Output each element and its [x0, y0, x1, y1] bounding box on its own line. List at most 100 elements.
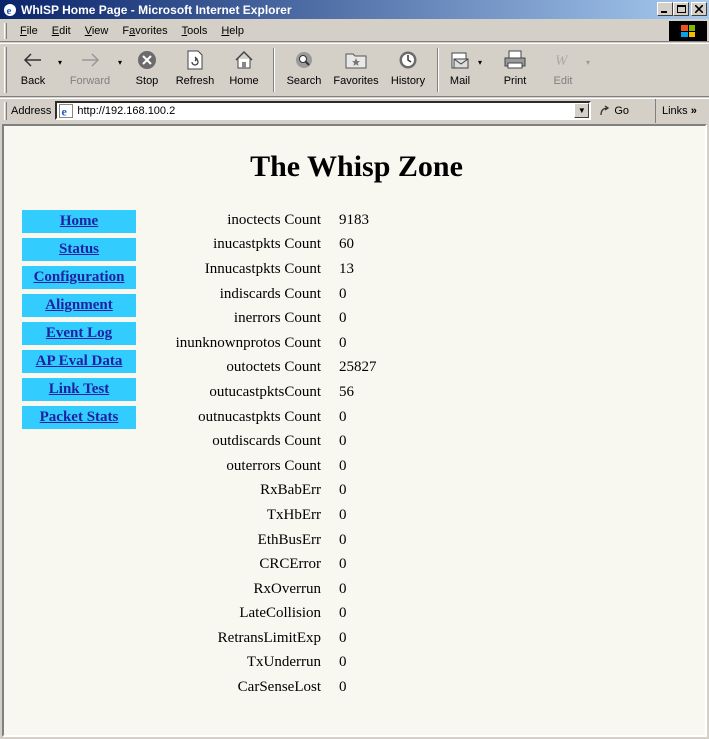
- stat-row: RxBabErr 0: [144, 479, 419, 504]
- stat-value: 60: [339, 236, 354, 253]
- stat-value: 0: [339, 334, 347, 351]
- stat-label: TxHbErr: [266, 506, 321, 523]
- stat-value: 0: [339, 457, 347, 474]
- address-grip[interactable]: [4, 101, 7, 120]
- printer-icon: [503, 48, 527, 72]
- menu-view[interactable]: View: [78, 25, 116, 37]
- nav-link-status[interactable]: Status: [22, 238, 136, 261]
- mail-button[interactable]: Mail: [445, 44, 475, 96]
- menu-favorites[interactable]: Favorites: [115, 25, 174, 37]
- maximize-button[interactable]: [673, 2, 689, 16]
- stat-label: outoctets Count: [226, 359, 321, 376]
- stat-row: Innucastpkts Count 13: [144, 257, 419, 282]
- close-button[interactable]: [691, 2, 707, 16]
- nav-link-configuration[interactable]: Configuration: [22, 266, 136, 289]
- nav-link-packet-stats[interactable]: Packet Stats: [22, 406, 136, 429]
- back-button[interactable]: Back: [11, 44, 55, 96]
- windows-logo-icon: [669, 21, 707, 41]
- search-button[interactable]: Search: [281, 44, 327, 96]
- stat-label: outnucastpkts Count: [198, 408, 321, 425]
- stat-row: TxHbErr 0: [144, 503, 419, 528]
- toolbar-separator: [437, 48, 439, 92]
- stat-row: outdiscards Count 0: [144, 429, 419, 454]
- nav-link-home[interactable]: Home: [22, 210, 136, 233]
- ie-page-icon: e: [59, 103, 74, 118]
- toolbar-grip[interactable]: [4, 47, 7, 93]
- menu-bar: File Edit View Favorites Tools Help: [0, 20, 709, 42]
- title-bar: e WhISP Home Page - Microsoft Internet E…: [0, 0, 709, 19]
- favorites-folder-icon: [344, 48, 368, 72]
- stat-row: EthBusErr 0: [144, 528, 419, 553]
- stat-label: Innucastpkts Count: [204, 260, 321, 277]
- nav-link-ap-eval-data[interactable]: AP Eval Data: [22, 350, 136, 373]
- favorites-button[interactable]: Favorites: [327, 44, 385, 96]
- stat-label: inoctects Count: [227, 211, 321, 228]
- edit-button[interactable]: W Edit: [543, 44, 583, 96]
- stat-row: outoctets Count 25827: [144, 356, 419, 381]
- forward-dropdown-icon[interactable]: ▾: [115, 58, 125, 67]
- address-input[interactable]: e http://192.168.100.2 ▼: [55, 101, 592, 120]
- stat-label: RetransLimitExp: [217, 629, 321, 646]
- stat-row: indiscards Count 0: [144, 282, 419, 307]
- menu-grip[interactable]: [4, 22, 7, 39]
- mail-dropdown-icon[interactable]: ▾: [475, 58, 485, 67]
- menu-file[interactable]: File: [13, 25, 45, 37]
- links-button[interactable]: Links»: [655, 99, 709, 123]
- stat-row: inucastpkts Count 60: [144, 233, 419, 258]
- stat-label: LateCollision: [239, 605, 321, 622]
- history-icon: [396, 48, 420, 72]
- menu-help[interactable]: Help: [214, 25, 251, 37]
- refresh-icon: [183, 48, 207, 72]
- address-bar: Address e http://192.168.100.2 ▼ Go Link…: [0, 98, 709, 123]
- edit-dropdown-icon[interactable]: ▾: [583, 58, 593, 67]
- toolbar-separator: [273, 48, 275, 92]
- stat-value: 0: [339, 482, 347, 499]
- print-button[interactable]: Print: [493, 44, 537, 96]
- menu-edit[interactable]: Edit: [45, 25, 78, 37]
- stat-label: RxOverrun: [253, 580, 322, 597]
- stop-button[interactable]: Stop: [125, 44, 169, 96]
- search-icon: [292, 48, 316, 72]
- stat-row: inoctects Count 9183: [144, 208, 419, 233]
- stat-value: 0: [339, 433, 347, 450]
- toolbar: Back ▾ Forward ▾ Stop Refresh Home Searc…: [0, 43, 709, 97]
- stat-value: 9183: [339, 211, 369, 228]
- stat-label: TxUnderrun: [246, 654, 321, 671]
- back-dropdown-icon[interactable]: ▾: [55, 58, 65, 67]
- back-arrow-icon: [21, 48, 45, 72]
- forward-arrow-icon: [78, 48, 102, 72]
- minimize-button[interactable]: [657, 2, 673, 16]
- edit-document-icon: W: [551, 48, 575, 72]
- stat-value: 0: [339, 605, 347, 622]
- go-button[interactable]: Go: [599, 105, 629, 117]
- home-button[interactable]: Home: [221, 44, 267, 96]
- refresh-button[interactable]: Refresh: [169, 44, 221, 96]
- stat-value: 13: [339, 260, 354, 277]
- history-button[interactable]: History: [385, 44, 431, 96]
- stat-value: 0: [339, 408, 347, 425]
- stat-row: LateCollision 0: [144, 602, 419, 627]
- mail-icon: [448, 48, 472, 72]
- nav-link-alignment[interactable]: Alignment: [22, 294, 136, 317]
- menu-tools[interactable]: Tools: [175, 25, 215, 37]
- stat-row: outerrors Count 0: [144, 454, 419, 479]
- stat-value: 0: [339, 531, 347, 548]
- stat-label: inerrors Count: [233, 310, 321, 327]
- window-controls: [657, 2, 707, 16]
- stat-label: inucastpkts Count: [213, 236, 321, 253]
- nav-link-link-test[interactable]: Link Test: [22, 378, 136, 401]
- stats-table: inoctects Count 9183 inucastpkts Count 60 In…: [144, 208, 419, 700]
- svg-text:e: e: [62, 104, 68, 118]
- stat-label: RxBabErr: [260, 482, 321, 499]
- stat-label: outerrors Count: [226, 457, 321, 474]
- nav-link-event-log[interactable]: Event Log: [22, 322, 136, 345]
- forward-button[interactable]: Forward: [65, 44, 115, 96]
- stat-label: CRCError: [259, 556, 321, 573]
- stat-row: inunknownprotos Count 0: [144, 331, 419, 356]
- stat-value: 25827: [339, 359, 377, 376]
- stat-row: TxUnderrun 0: [144, 651, 419, 676]
- address-dropdown-icon[interactable]: ▼: [574, 103, 590, 118]
- page-title: The Whisp Zone: [250, 150, 463, 183]
- stat-value: 0: [339, 285, 347, 302]
- stat-row: CarSenseLost 0: [144, 675, 419, 700]
